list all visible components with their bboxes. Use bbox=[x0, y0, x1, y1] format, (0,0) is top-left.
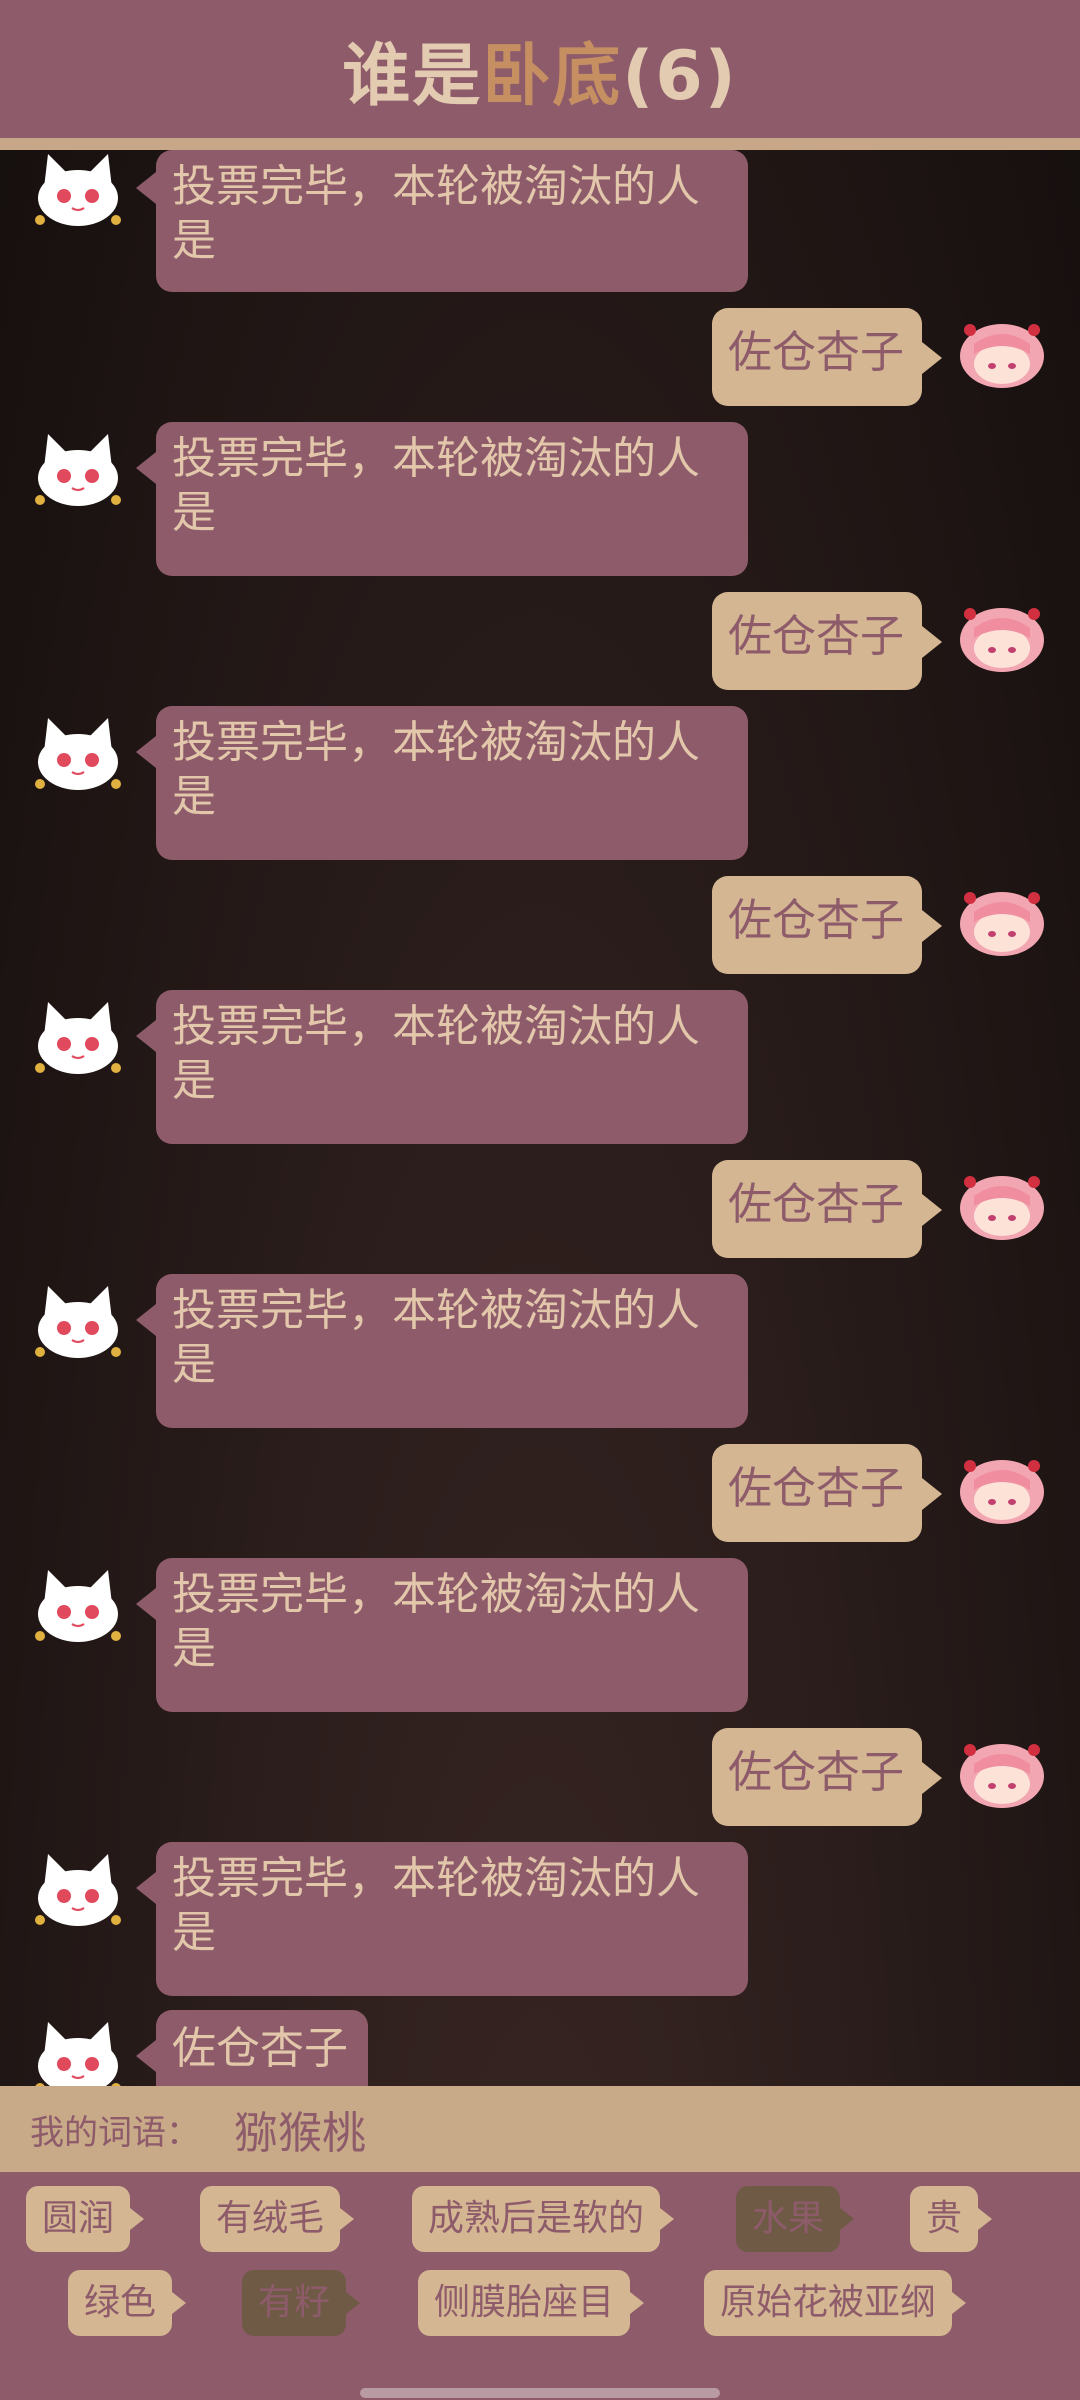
my-word-bar: 我的词语： 猕猴桃 bbox=[0, 2086, 1080, 2172]
title-part-2: 卧底 bbox=[482, 36, 623, 116]
title-part-3: (6) bbox=[622, 36, 738, 116]
pink-hair-avatar-icon[interactable] bbox=[954, 314, 1050, 394]
home-indicator[interactable] bbox=[360, 2388, 720, 2398]
tag-chip[interactable]: 原始花被亚纲 bbox=[704, 2270, 967, 2336]
page-title: 谁是卧底(6) bbox=[342, 20, 738, 119]
bubble-tail bbox=[136, 1304, 156, 1336]
bubble-tail bbox=[136, 2040, 156, 2072]
message-bubble[interactable]: 投票完毕，本轮被淘汰的人是 bbox=[156, 1558, 748, 1712]
tag-chip[interactable]: 圆润 bbox=[26, 2186, 145, 2252]
bubble-tail bbox=[136, 1872, 156, 1904]
message-bubble[interactable]: 投票完毕，本轮被淘汰的人是 bbox=[156, 1274, 748, 1428]
bubble-tail bbox=[922, 626, 942, 658]
tag-chip[interactable]: 有绒毛 bbox=[200, 2186, 355, 2252]
white-cat-avatar-icon[interactable] bbox=[30, 1000, 126, 1080]
message-bubble[interactable]: 佐仓杏子 bbox=[712, 876, 922, 974]
chat-list[interactable]: 投票完毕，本轮被淘汰的人是 佐仓杏子 投票完毕，本轮被淘汰的人是 佐仓杏子 投票… bbox=[0, 150, 1080, 2086]
message-bubble[interactable]: 投票完毕，本轮被淘汰的人是 bbox=[156, 1842, 748, 1996]
bubble-tail bbox=[136, 172, 156, 204]
white-cat-avatar-icon[interactable] bbox=[30, 152, 126, 232]
my-word-label: 我的词语： bbox=[30, 2112, 200, 2153]
message-bubble[interactable]: 佐仓杏子 bbox=[712, 1160, 922, 1258]
pink-hair-avatar-icon[interactable] bbox=[954, 1450, 1050, 1530]
white-cat-avatar-icon[interactable] bbox=[30, 2020, 126, 2086]
white-cat-avatar-icon[interactable] bbox=[30, 716, 126, 796]
pink-hair-avatar-icon[interactable] bbox=[954, 1166, 1050, 1246]
bubble-tail bbox=[136, 736, 156, 768]
header-bar: 谁是卧底(6) bbox=[0, 0, 1080, 138]
pink-hair-avatar-icon[interactable] bbox=[954, 1734, 1050, 1814]
message-bubble[interactable]: 佐仓杏子 bbox=[712, 1444, 922, 1542]
bubble-tail bbox=[136, 1020, 156, 1052]
tag-chip[interactable]: 绿色 bbox=[68, 2270, 187, 2336]
message-bubble[interactable]: 佐仓杏子 bbox=[712, 592, 922, 690]
bubble-tail bbox=[922, 910, 942, 942]
tag-chip-disabled[interactable]: 水果 bbox=[736, 2186, 855, 2252]
white-cat-avatar-icon[interactable] bbox=[30, 1568, 126, 1648]
bubble-tail bbox=[922, 342, 942, 374]
pink-hair-avatar-icon[interactable] bbox=[954, 598, 1050, 678]
message-bubble[interactable]: 佐仓杏子 bbox=[712, 308, 922, 406]
message-bubble[interactable]: 投票完毕，本轮被淘汰的人是 bbox=[156, 150, 748, 292]
message-bubble[interactable]: 佐仓杏子 bbox=[156, 2010, 368, 2086]
bubble-tail bbox=[922, 1762, 942, 1794]
pink-hair-avatar-icon[interactable] bbox=[954, 882, 1050, 962]
bubble-tail bbox=[136, 1588, 156, 1620]
white-cat-avatar-icon[interactable] bbox=[30, 1852, 126, 1932]
bubble-tail bbox=[922, 1194, 942, 1226]
tag-chip[interactable]: 贵 bbox=[910, 2186, 993, 2252]
description-tags: 圆润 有绒毛 成熟后是软的 水果 贵 绿色 有籽 侧膜胎座目 原始花被亚纲 bbox=[0, 2172, 1080, 2400]
message-bubble[interactable]: 佐仓杏子 bbox=[712, 1728, 922, 1826]
title-part-1: 谁是 bbox=[342, 36, 483, 116]
bubble-tail bbox=[922, 1478, 942, 1510]
my-word-value: 猕猴桃 bbox=[234, 2108, 366, 2159]
message-bubble[interactable]: 投票完毕，本轮被淘汰的人是 bbox=[156, 422, 748, 576]
bubble-tail bbox=[136, 452, 156, 484]
header-divider bbox=[0, 138, 1080, 150]
tag-chip[interactable]: 侧膜胎座目 bbox=[418, 2270, 645, 2336]
message-bubble[interactable]: 投票完毕，本轮被淘汰的人是 bbox=[156, 990, 748, 1144]
tag-chip-disabled[interactable]: 有籽 bbox=[242, 2270, 361, 2336]
white-cat-avatar-icon[interactable] bbox=[30, 432, 126, 512]
message-bubble[interactable]: 投票完毕，本轮被淘汰的人是 bbox=[156, 706, 748, 860]
white-cat-avatar-icon[interactable] bbox=[30, 1284, 126, 1364]
tag-chip[interactable]: 成熟后是软的 bbox=[412, 2186, 675, 2252]
